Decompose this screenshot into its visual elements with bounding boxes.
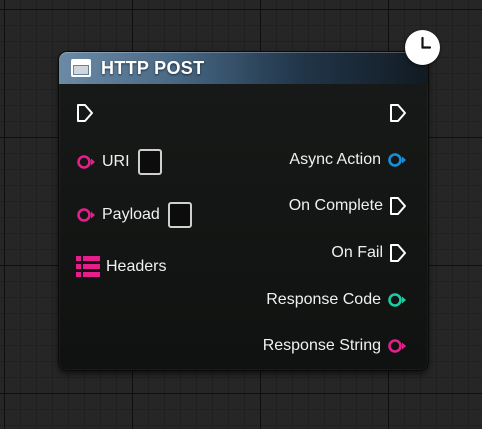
output-pin-on-fail[interactable]: On Fail — [331, 241, 407, 265]
object-pin-icon[interactable] — [387, 151, 407, 169]
input-pin-payload[interactable]: Payload — [76, 202, 192, 228]
uri-value-field[interactable] — [137, 149, 162, 175]
integer-pin-icon[interactable] — [387, 291, 407, 309]
output-pin-async-action[interactable]: Async Action — [289, 148, 407, 172]
pin-label: Response String — [262, 337, 381, 354]
exec-pin-icon[interactable] — [76, 103, 94, 123]
string-pin-icon[interactable] — [76, 153, 96, 171]
exec-pin-icon[interactable] — [389, 243, 407, 263]
pin-label: URI — [102, 153, 130, 170]
pin-label: Response Code — [266, 291, 381, 308]
output-pin-response-string[interactable]: Response String — [263, 334, 407, 358]
exec-pin-icon[interactable] — [389, 103, 407, 123]
pin-label: On Fail — [331, 244, 383, 261]
output-pin-response-code[interactable]: Response Code — [266, 288, 407, 312]
map-pin-icon[interactable] — [76, 255, 100, 279]
pin-label: Async Action — [289, 151, 381, 168]
node-header[interactable]: HTTP POST — [59, 52, 428, 84]
node-title: HTTP POST — [101, 58, 205, 78]
exec-in-pin[interactable] — [76, 101, 94, 125]
clock-icon — [405, 30, 440, 65]
pin-label: Payload — [102, 206, 160, 223]
input-pin-uri[interactable]: URI — [76, 149, 162, 175]
pin-label: Headers — [106, 258, 167, 275]
pin-label: On Complete — [288, 197, 383, 214]
exec-pin-icon[interactable] — [389, 196, 407, 216]
payload-value-field[interactable] — [167, 202, 192, 228]
input-pin-headers[interactable]: Headers — [76, 255, 166, 279]
exec-out-pin[interactable] — [389, 101, 407, 125]
string-pin-icon[interactable] — [76, 206, 96, 224]
output-pin-on-complete[interactable]: On Complete — [289, 194, 407, 218]
function-node-icon — [71, 59, 91, 77]
string-pin-icon[interactable] — [387, 337, 407, 355]
